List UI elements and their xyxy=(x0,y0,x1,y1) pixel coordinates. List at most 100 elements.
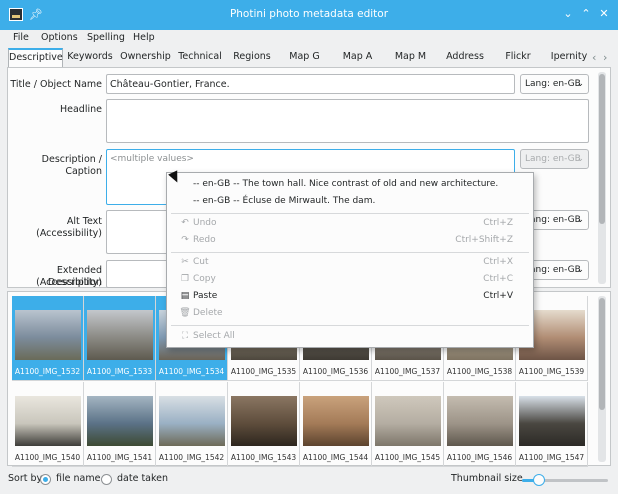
copy-icon: ❐ xyxy=(180,274,190,284)
thumbnail-item[interactable]: A1100_IMG_1544 xyxy=(300,382,372,467)
thumbnail-caption: A1100_IMG_1539 xyxy=(518,367,585,376)
tab-keywords[interactable]: Keywords xyxy=(66,48,114,67)
thumbnail-item[interactable]: A1100_IMG_1540 xyxy=(12,382,84,467)
maximize-button[interactable]: ⌃ xyxy=(578,6,594,22)
paste-label: Paste xyxy=(193,291,218,301)
minimize-button[interactable]: ⌄ xyxy=(560,6,576,22)
thumbnail-item[interactable]: A1100_IMG_1541 xyxy=(84,382,156,467)
copy-menu-item[interactable]: ❐ Copy Ctrl+C xyxy=(167,271,533,288)
paste-menu-item[interactable]: ▤ Paste Ctrl+V xyxy=(167,288,533,305)
undo-shortcut: Ctrl+Z xyxy=(483,218,513,228)
thumbnail-item[interactable]: A1100_IMG_1542 xyxy=(156,382,228,467)
menu-file[interactable]: File xyxy=(13,32,29,43)
redo-menu-item[interactable]: ↷ Redo Ctrl+Shift+Z xyxy=(167,232,533,249)
title-bar[interactable]: 📌︎ Photini photo metadata editor ⌄ ⌃ ✕ xyxy=(0,0,618,30)
thumbnail-caption: A1100_IMG_1546 xyxy=(446,453,513,462)
panel-scrollbar[interactable] xyxy=(598,72,606,284)
menu-option-ecluse[interactable]: -- en-GB -- Écluse de Mirwault. The dam. xyxy=(167,193,533,210)
title-lang-value: Lang: en-GB xyxy=(525,79,581,89)
description-lang-value: Lang: en-GB xyxy=(525,154,581,164)
tab-scroll-left-icon[interactable]: ‹ xyxy=(592,51,596,64)
description-label: Description / Caption xyxy=(41,154,102,177)
tab-technical[interactable]: Technical xyxy=(175,48,225,67)
tab-descriptive[interactable]: Descriptive xyxy=(8,48,63,67)
delete-icon: 🗑︎ xyxy=(179,308,191,318)
thumbnail-caption: A1100_IMG_1534 xyxy=(158,367,225,376)
chevron-down-icon: ⌄ xyxy=(576,215,584,225)
cut-menu-item[interactable]: ✂ Cut Ctrl+X xyxy=(167,254,533,271)
tab-map-a[interactable]: Map A xyxy=(335,48,380,67)
thumbnail-caption: A1100_IMG_1535 xyxy=(230,367,297,376)
thumbnail-image xyxy=(519,396,585,446)
select-all-label: Select All xyxy=(193,331,235,341)
thumbnail-size-slider[interactable] xyxy=(522,474,608,486)
copy-shortcut: Ctrl+C xyxy=(483,274,513,284)
tab-flickr[interactable]: Flickr xyxy=(497,48,539,67)
sort-by-label: Sort by xyxy=(8,473,43,484)
thumbnail-scrollbar-thumb[interactable] xyxy=(599,298,605,410)
thumbnail-image xyxy=(447,396,513,446)
chevron-down-icon: ⌄ xyxy=(576,265,584,275)
menu-option-town-hall[interactable]: -- en-GB -- The town hall. Nice contrast… xyxy=(167,176,533,193)
thumbnail-item[interactable]: A1100_IMG_1532 xyxy=(12,296,84,381)
bottom-bar: Sort by file name date taken Thumbnail s… xyxy=(0,468,618,492)
tab-address[interactable]: Address xyxy=(442,48,488,67)
alt-text-label: Alt Text xyxy=(66,216,102,227)
tab-ownership[interactable]: Ownership xyxy=(118,48,173,67)
description-placeholder: <multiple values> xyxy=(110,154,194,164)
sort-file-name-radio[interactable] xyxy=(40,474,51,485)
thumbnail-caption: A1100_IMG_1544 xyxy=(302,453,369,462)
thumbnail-caption: A1100_IMG_1537 xyxy=(374,367,441,376)
slider-handle[interactable] xyxy=(533,474,546,486)
tab-map-g[interactable]: Map G xyxy=(282,48,327,67)
thumbnail-item[interactable]: A1100_IMG_1543 xyxy=(228,382,300,467)
title-label: Title / Object Name xyxy=(10,79,102,90)
thumbnail-item[interactable]: A1100_IMG_1546 xyxy=(444,382,516,467)
panel-scrollbar-thumb[interactable] xyxy=(599,74,605,224)
menu-separator xyxy=(171,213,529,214)
extended-description-label-sub: (Accessibility) xyxy=(36,277,102,288)
redo-label: Redo xyxy=(193,235,216,245)
tab-scroll-right-icon[interactable]: › xyxy=(603,51,607,64)
thumbnail-size-label: Thumbnail size xyxy=(451,473,523,484)
paste-shortcut: Ctrl+V xyxy=(483,291,513,301)
close-button[interactable]: ✕ xyxy=(596,6,612,22)
undo-menu-item[interactable]: ↶ Undo Ctrl+Z xyxy=(167,215,533,232)
menu-spelling[interactable]: Spelling xyxy=(87,32,125,43)
delete-menu-item[interactable]: 🗑︎ Delete xyxy=(167,305,533,322)
select-all-icon: ⛶ xyxy=(181,331,189,341)
thumbnail-item[interactable]: A1100_IMG_1533 xyxy=(84,296,156,381)
sort-date-taken-radio[interactable] xyxy=(101,474,112,485)
thumbnail-item[interactable]: A1100_IMG_1547 xyxy=(516,382,588,467)
context-menu: -- en-GB -- The town hall. Nice contrast… xyxy=(166,172,534,348)
headline-input[interactable] xyxy=(106,99,589,143)
menu-options[interactable]: Options xyxy=(41,32,78,43)
tab-ipernity[interactable]: Ipernity xyxy=(546,48,592,67)
thumbnail-image xyxy=(15,310,81,360)
sort-date-taken-label[interactable]: date taken xyxy=(117,473,168,484)
tab-bar: Descriptive Keywords Ownership Technical… xyxy=(8,48,612,67)
description-lang-select[interactable]: Lang: en-GB ⌄ xyxy=(520,149,589,169)
delete-label: Delete xyxy=(193,308,223,318)
window-title: Photini photo metadata editor xyxy=(229,8,389,20)
thumbnail-image xyxy=(303,396,369,446)
tab-regions[interactable]: Regions xyxy=(228,48,276,67)
chevron-down-icon: ⌄ xyxy=(576,79,584,89)
cut-label: Cut xyxy=(193,257,209,267)
thumbnail-caption: A1100_IMG_1542 xyxy=(158,453,225,462)
thumbnail-scrollbar[interactable] xyxy=(598,296,606,462)
menu-help[interactable]: Help xyxy=(133,32,155,43)
tab-map-m[interactable]: Map M xyxy=(388,48,433,67)
thumbnail-item[interactable]: A1100_IMG_1545 xyxy=(372,382,444,467)
sort-file-name-label[interactable]: file name xyxy=(56,473,100,484)
cut-icon: ✂ xyxy=(181,257,189,267)
title-lang-select[interactable]: Lang: en-GB ⌄ xyxy=(520,74,589,94)
headline-label: Headline xyxy=(60,104,102,115)
app-window: 📌︎ Photini photo metadata editor ⌄ ⌃ ✕ F… xyxy=(0,0,618,494)
option-label: -- en-GB -- Écluse de Mirwault. The dam. xyxy=(193,196,376,206)
select-all-menu-item[interactable]: ⛶ Select All xyxy=(167,328,533,345)
thumbnail-caption: A1100_IMG_1543 xyxy=(230,453,297,462)
title-input[interactable]: Château-Gontier, France. xyxy=(106,74,515,94)
paste-icon: ▤ xyxy=(180,291,190,301)
undo-label: Undo xyxy=(193,218,217,228)
